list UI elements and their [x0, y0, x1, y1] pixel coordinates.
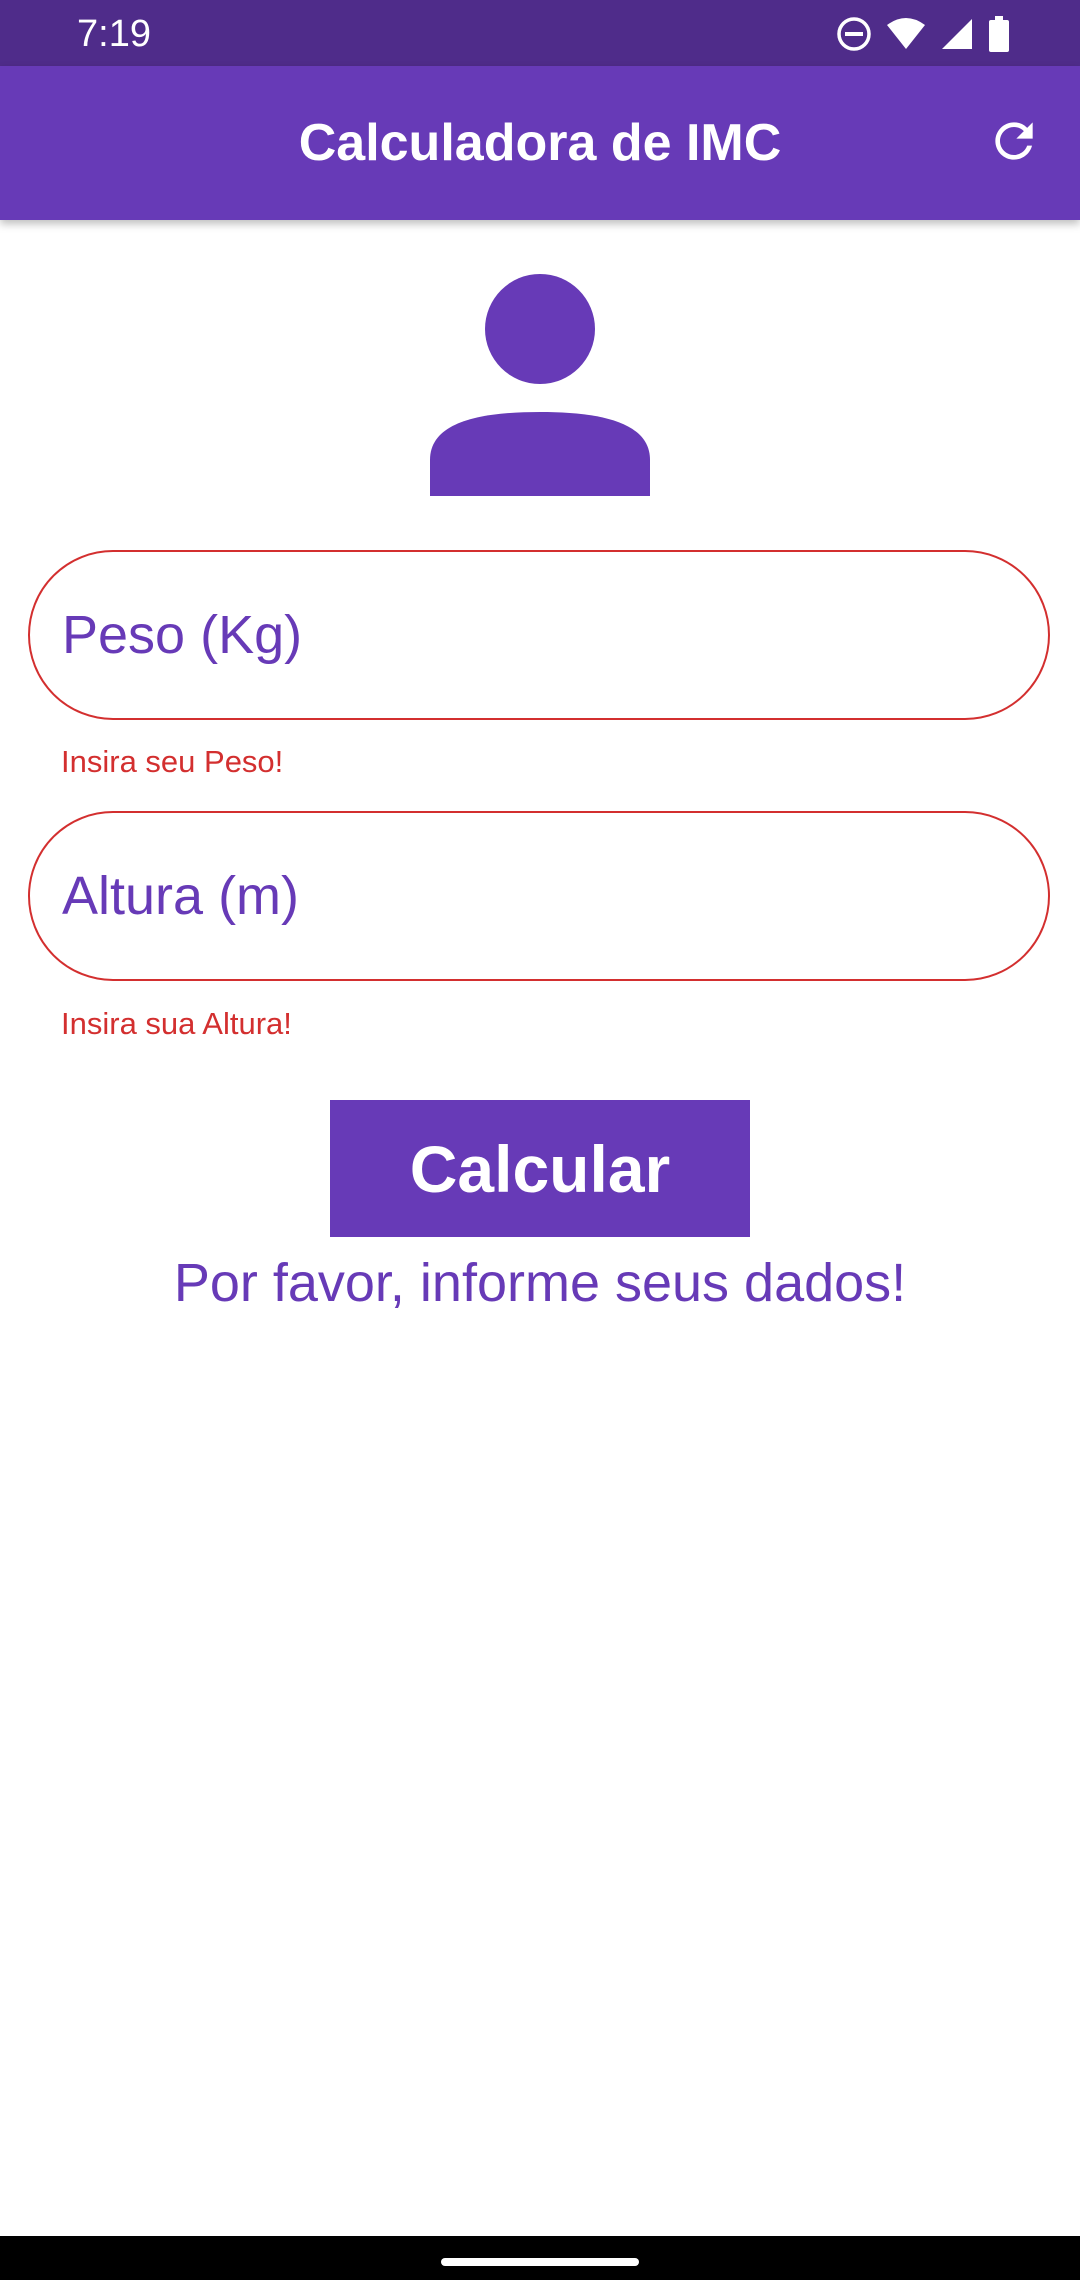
height-input[interactable] — [62, 813, 1002, 979]
status-icons — [836, 14, 1010, 54]
page-title: Calculadora de IMC — [298, 114, 782, 172]
weight-input[interactable] — [62, 552, 1002, 718]
screen: 7:19 Calculadora de IMC Peso (Kg) Insira… — [0, 0, 1080, 2280]
wifi-icon — [886, 17, 926, 51]
height-field[interactable] — [28, 811, 1050, 981]
navigation-bar — [0, 2236, 1080, 2280]
status-bar: 7:19 — [0, 0, 1080, 66]
battery-icon — [988, 16, 1010, 52]
status-time: 7:19 — [77, 13, 151, 55]
weight-field[interactable] — [28, 550, 1050, 720]
app-bar: Calculadora de IMC — [0, 66, 1080, 220]
weight-error: Insira seu Peso! — [61, 744, 284, 779]
refresh-icon — [986, 113, 1042, 174]
info-text: Por favor, informe seus dados! — [173, 1253, 907, 1313]
calculate-button[interactable]: Calcular — [330, 1100, 750, 1237]
person-icon — [425, 272, 655, 496]
height-error: Insira sua Altura! — [61, 1006, 292, 1041]
signal-icon — [940, 17, 974, 51]
refresh-button[interactable] — [976, 105, 1052, 181]
home-handle[interactable] — [441, 2258, 639, 2266]
do-not-disturb-icon — [836, 16, 872, 52]
